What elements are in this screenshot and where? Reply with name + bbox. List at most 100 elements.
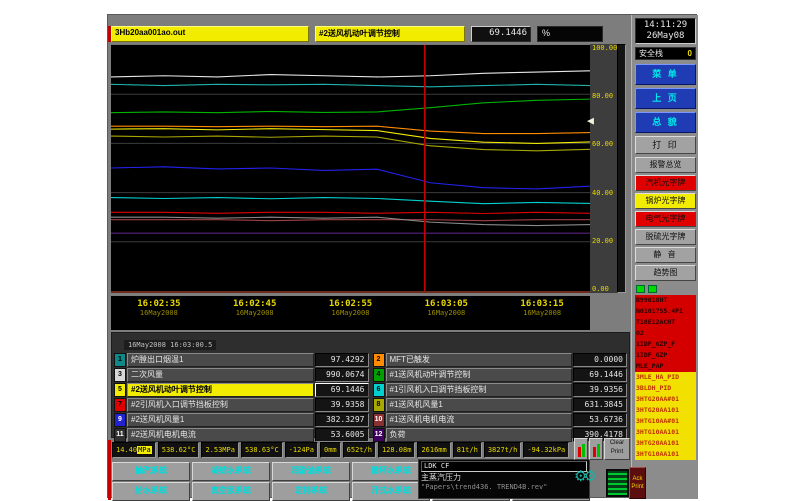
pen-value-marker-icon[interactable]: ◀: [587, 116, 594, 125]
alarm-tag[interactable]: 3HTG10AA101: [635, 449, 696, 460]
print-button[interactable]: 打 印: [635, 136, 696, 154]
legend-row[interactable]: 10 #1送风机电机电流 53.6736: [373, 413, 628, 427]
pen-color-chip: 8: [373, 398, 385, 412]
y-axis-label: 60.00: [592, 140, 616, 148]
pen-color-chip: 7: [114, 398, 126, 412]
annunciator-button[interactable]: 电气光字牌: [635, 211, 696, 227]
y-axis-label: 40.00: [592, 189, 616, 197]
status-cell: -124Pa: [285, 442, 318, 458]
alarm-tag[interactable]: N01017S5.4P1: [635, 306, 696, 317]
trend-chart-row: ◀ 100.0080.0060.0040.0020.000.00: [111, 44, 628, 293]
sidebar-nav-button[interactable]: 菜 单: [635, 64, 696, 85]
pen-label: MFT已触发: [386, 353, 573, 367]
alarm-tag[interactable]: 3HTG10AA#01: [635, 416, 696, 427]
pen-label: #2送风机风量1: [127, 413, 314, 427]
legend-row[interactable]: 2 MFT已触发 0.0000: [373, 353, 628, 367]
x-axis-tick: 16:02:55 16May2008: [303, 296, 399, 330]
trend-file-tag[interactable]: 3Hb20aa001ao.out: [111, 26, 309, 42]
alarm-tag[interactable]: B99018HT: [635, 295, 696, 306]
console-input-field[interactable]: LDK CF: [421, 461, 587, 472]
ack-label: Ack: [630, 475, 645, 483]
annunciator-button[interactable]: 汽机光字牌: [635, 175, 696, 191]
pen-legend-panel: 16May2008 16:03:00.5 1 炉膛出口烟温1 97.4292 3…: [111, 332, 630, 438]
sidebar-nav-button[interactable]: 上 页: [635, 88, 696, 109]
pen-label: #1送风机电机电流: [386, 413, 573, 427]
corner-widgets: ClearPrint: [574, 438, 630, 460]
alarm-tag[interactable]: 3MLE_HA_PID: [635, 372, 696, 383]
tick-date: 16May2008: [111, 309, 207, 317]
alarm-tag[interactable]: 3HTG10AA101: [635, 427, 696, 438]
status-unit-highlight: MPa: [137, 446, 152, 454]
ack-print-button[interactable]: AckPrint: [629, 467, 646, 499]
annunciator-button[interactable]: 锅炉光字牌: [635, 193, 696, 209]
pen-color-chip: 2: [373, 353, 385, 367]
clock-display: 14:11:29 26May08: [635, 18, 696, 44]
status-cell: 3827t/h: [484, 442, 522, 458]
pen-color-chip: 6: [373, 383, 385, 397]
pen-color-chip: 1: [114, 353, 126, 367]
gears-icon[interactable]: ⚙⚙: [574, 470, 604, 498]
status-cell-main-steam-pressure: 14.40MPa: [112, 442, 156, 458]
legend-row[interactable]: 5 #2送风机动叶调节控制 69.1446: [114, 383, 369, 397]
status-indicators: [636, 285, 696, 293]
alarm-tag-list-yellow: 3MLE_HA_PID3BLDH_PID3HTG20AA#013HTG20AA1…: [635, 372, 696, 460]
valve-faceplate-tile[interactable]: [574, 438, 588, 460]
security-level-field[interactable]: 安全栈 0: [635, 47, 696, 60]
message-console: LDK CF 主蒸汽压力 "Papers\trend436. TREND4B.r…: [418, 459, 590, 499]
alarm-summary-button[interactable]: 报警总览: [635, 157, 696, 173]
pen-label: #1送风机动叶调节控制: [386, 368, 573, 382]
grid-display-button[interactable]: [606, 469, 629, 497]
alarm-tag[interactable]: O2: [635, 328, 696, 339]
legend-row[interactable]: 1 炉膛出口烟温1 97.4292: [114, 353, 369, 367]
y-axis-label: 20.00: [592, 237, 616, 245]
sidebar-nav-button[interactable]: 总 貌: [635, 112, 696, 133]
green-bar-icon: [582, 444, 585, 457]
alarm-tag[interactable]: T18E12ACHT: [635, 317, 696, 328]
tick-time: 16:03:15: [494, 299, 590, 309]
legend-row[interactable]: 7 #2引风机入口调节挡板控制 39.9358: [114, 398, 369, 412]
mute-button[interactable]: 静 音: [635, 247, 696, 263]
pen-value: 97.4292: [315, 353, 369, 367]
alarm-tag[interactable]: 3HTG20AA#01: [635, 394, 696, 405]
alarm-tag[interactable]: 3HTG20AA101: [635, 405, 696, 416]
pen-value: 39.9358: [315, 398, 369, 412]
system-page-button[interactable]: 润滑油系统: [272, 462, 350, 481]
alarm-tag[interactable]: 3BLDH_PID: [635, 383, 696, 394]
system-page-button[interactable]: 真空泵系统: [192, 482, 270, 501]
edge-marker: [108, 26, 111, 42]
console-path: "Papers\trend436. TREND4B.rev": [421, 483, 587, 492]
trend-plot-area[interactable]: [111, 44, 590, 293]
system-page-button[interactable]: 凝结水系统: [192, 462, 270, 481]
system-page-button[interactable]: 定排系统: [272, 482, 350, 501]
y-axis-label: 80.00: [592, 92, 616, 100]
trend-page-button[interactable]: 趋势图: [635, 265, 696, 281]
alarm-tag[interactable]: 1IDF_GZP: [635, 350, 696, 361]
legend-row[interactable]: 9 #2送风机风量1 382.3297: [114, 413, 369, 427]
system-page-button[interactable]: 抽汽系统: [112, 462, 190, 481]
ack-print-label: Print: [630, 483, 645, 491]
legend-row[interactable]: 8 #1送风机风量1 631.3845: [373, 398, 628, 412]
status-cell: 81t/h: [453, 442, 482, 458]
annunciator-button[interactable]: 脱硫光字牌: [635, 229, 696, 245]
tick-date: 16May2008: [494, 309, 590, 317]
alarm-tag[interactable]: MLE_PAP: [635, 361, 696, 372]
legend-row[interactable]: 3 二次风量 990.0674: [114, 368, 369, 382]
status-cell: -94.32kPa: [523, 442, 569, 458]
pen-label: #2引风机入口调节挡板控制: [127, 398, 314, 412]
legend-row[interactable]: 4 #1送风机动叶调节控制 69.1446: [373, 368, 628, 382]
trend-scrollbar[interactable]: [617, 44, 626, 293]
selected-pen-title[interactable]: #2送风机动叶调节控制: [315, 26, 465, 42]
print-label: Print: [605, 448, 629, 457]
pen-value: 39.9356: [573, 383, 627, 397]
legend-row[interactable]: 6 #1引风机入口调节挡板控制 39.9356: [373, 383, 628, 397]
pen-color-chip: 5: [114, 383, 126, 397]
pen-value: 631.3845: [573, 398, 627, 412]
clear-print-button[interactable]: ClearPrint: [604, 438, 630, 460]
alarm-tag[interactable]: 1IDF_GZP_F: [635, 339, 696, 350]
system-page-button[interactable]: 给水系统: [112, 482, 190, 501]
alarm-tag[interactable]: 3HTG20AA101: [635, 438, 696, 449]
pen-label: #2送风机动叶调节控制: [127, 383, 314, 397]
y-axis-label: 100.00: [592, 44, 616, 52]
dcs-window: 3Hb20aa001ao.out #2送风机动叶调节控制 69.1446 % ◀…: [107, 14, 697, 498]
valve-faceplate-tile[interactable]: [589, 438, 603, 460]
